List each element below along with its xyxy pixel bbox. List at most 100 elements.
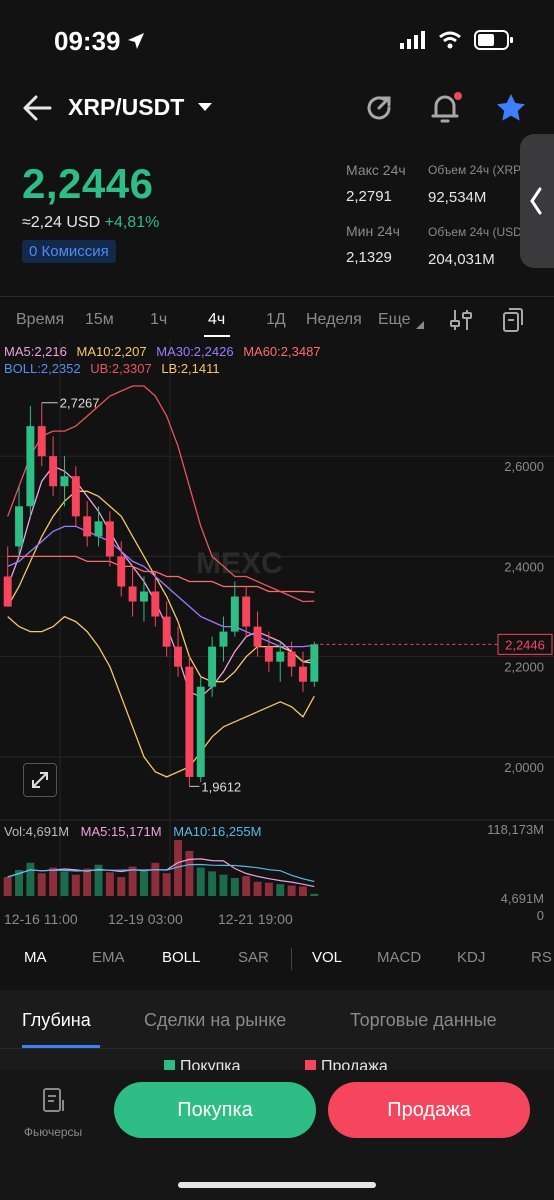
action-bar: Фьючерсы Покупка Продажа [0,1070,554,1200]
volume-max-label: 118,173M [487,822,544,837]
favorite-star-icon[interactable] [494,91,528,125]
price-block: 2,2446 ≈2,24 USD +4,81% 0 Комиссия [22,160,159,263]
tf-more[interactable]: Еще [378,311,411,329]
volume-24h-label: Объем 24ч (XRP) [428,163,524,177]
tf-1d[interactable]: 1Д [266,311,286,329]
volume-current-label: 4,691M [501,891,544,906]
stats-col-1: Макс 24ч 2,2791 Мин 24ч 2,1329 [346,162,406,266]
ind-ema[interactable]: EMA [92,949,125,966]
status-bar: 09:39 [0,0,554,84]
tf-active-underline [204,335,230,337]
status-time: 09:39 [54,26,121,56]
volume-zero-label: 0 [537,908,544,923]
tf-week[interactable]: Неделя [306,311,362,329]
volume-usdt-value: 204,031M [428,251,495,268]
tf-1h[interactable]: 1ч [150,311,167,329]
usd-line: ≈2,24 USD +4,81% [22,214,159,232]
tab-market-trades[interactable]: Сделки на рынке [144,1010,286,1031]
location-icon [128,33,144,49]
legend-boll: BOLL:2,2352 [4,361,81,376]
candle-body [276,651,285,662]
volume-bar [71,874,80,896]
price-tick-label: 2,0000 [504,760,544,775]
legend-ma5: MA5:2,216 [4,344,67,359]
candle-body [196,686,205,777]
candle-body [49,456,58,487]
fullscreen-button[interactable] [23,763,57,797]
ind-sar[interactable]: SAR [238,949,269,966]
candle-body [185,666,194,777]
price-tick-label: 2,2000 [504,660,544,675]
ind-ma[interactable]: MA [24,949,47,966]
bell-icon[interactable] [428,91,462,125]
ind-boll[interactable]: BOLL [162,949,200,966]
volume-bar [253,881,262,896]
stats-col-2: Объем 24ч (XRP) 92,534M Объем 24ч (USDT)… [428,162,524,268]
side-drawer-tab[interactable] [520,134,554,268]
pair-title[interactable]: XRP/USDT [68,94,184,121]
candle-body [37,426,46,457]
tf-time[interactable]: Время [16,311,64,329]
volume-bar [26,862,35,896]
time-tick-label: 12-16 11:00 [4,911,78,927]
candle-body [117,556,126,587]
legend-ma30: MA30:2,2426 [156,344,234,359]
candle-body [174,646,183,667]
volume-bar [3,877,12,896]
tf-4h[interactable]: 4ч [208,311,225,329]
volume-bar [151,862,160,896]
signal-icon [400,31,425,49]
candle-body [219,631,228,647]
candle-body [287,651,296,667]
low-24h-value: 2,1329 [346,249,392,266]
commission-badge[interactable]: 0 Комиссия [22,240,116,263]
tab-depth[interactable]: Глубина [22,1010,91,1031]
back-arrow-icon[interactable] [20,92,54,124]
boll-legend-row: BOLL:2,2352 UB:2,3307 LB:2,1411 [4,361,220,376]
candle-body [60,476,69,487]
futures-button[interactable]: Фьючерсы [20,1086,86,1139]
candle-body [105,521,114,557]
chart-layout-icon[interactable] [502,307,524,333]
candle-body [242,596,251,627]
legend-vol: Vol:4,691M [4,824,70,839]
volume-bar [185,850,194,896]
change-percent: +4,81% [104,214,160,231]
watermark: MEXC [196,547,283,580]
high-24h-label: Макс 24ч [346,162,406,178]
time-tick-label: 12-21 19:00 [218,911,293,927]
candle-body [94,521,103,537]
low-marker-label: 1,9612 [201,779,241,794]
refresh-share-icon[interactable] [362,91,396,125]
chart-area[interactable]: MEXC 2,6000 2,4000 2,2000 2,0000 2,7267 1,961… [0,340,554,936]
candlestick-chart[interactable]: MEXC 2,6000 2,4000 2,2000 2,0000 2,7267 1,961… [0,340,554,936]
candle-body [26,426,35,507]
current-price-label: 2,2446 [505,637,545,652]
volume-bar [83,868,92,896]
candle-body [71,476,80,517]
candle-body [298,666,307,682]
indicator-settings-icon[interactable] [450,308,472,332]
sell-button[interactable]: Продажа [328,1082,530,1138]
volume-bar [242,876,251,896]
price-tick-label: 2,4000 [504,559,544,574]
indicator-bar: MA EMA BOLL SAR VOL MACD KDJ RS [0,938,554,980]
candle-body [151,591,160,617]
candle-body [253,626,262,647]
low-24h-label: Мин 24ч [346,223,400,239]
tab-trading-data[interactable]: Торговые данные [350,1010,497,1031]
buy-button[interactable]: Покупка [114,1082,316,1138]
futures-icon [43,1088,64,1112]
ind-macd[interactable]: MACD [377,949,421,966]
last-price: 2,2446 [22,160,154,207]
ind-kdj[interactable]: KDJ [457,949,485,966]
volume-bar [264,882,273,896]
ind-rs[interactable]: RS [531,949,552,966]
legend-vol-ma10: MA10:16,255M [173,824,262,839]
ind-vol[interactable]: VOL [312,949,342,966]
volume-bar [230,877,239,896]
price-tick-label: 2,6000 [504,459,544,474]
legend-lb: LB:2,1411 [161,361,220,376]
tf-15m[interactable]: 15м [85,311,114,329]
chevron-down-icon[interactable] [197,102,213,112]
